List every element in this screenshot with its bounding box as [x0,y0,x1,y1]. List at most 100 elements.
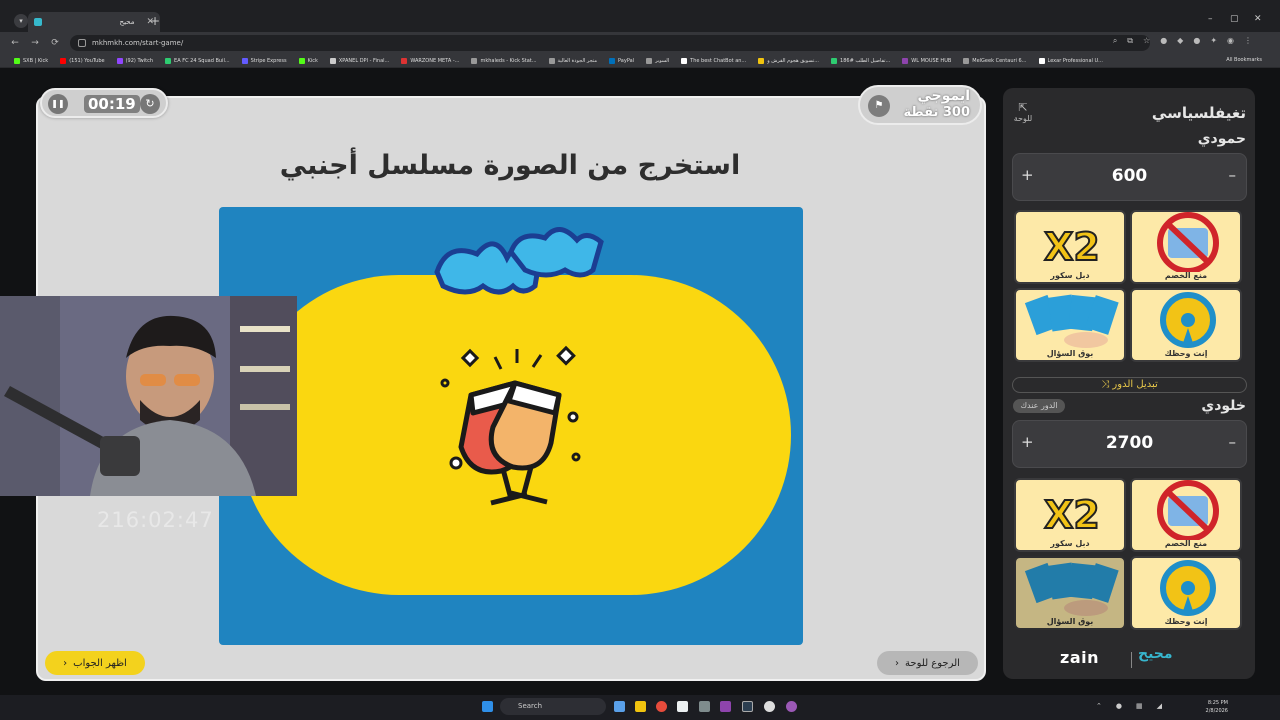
bookmark-item[interactable]: السوبر [646,57,669,64]
copilot-icon[interactable] [614,701,625,712]
install-icon[interactable]: ⧉ [1127,36,1133,46]
bookmark-label: متجر الجودة العالية [557,57,597,64]
bookmark-item[interactable]: The best ChatBot an... [681,57,747,64]
bookmark-item[interactable]: PayPal [609,57,634,64]
app-icon[interactable] [786,701,797,712]
maximize-icon[interactable]: ▢ [1230,14,1239,24]
aid-block-opponent[interactable]: منع الخصم [1130,478,1242,552]
bookmark-favicon-icon [963,57,970,64]
aid-label: بوق السؤال [1046,617,1094,626]
file-explorer-icon[interactable] [635,701,646,712]
menu-kebab-icon[interactable]: ⋮ [1244,36,1252,46]
browser-tab[interactable]: محيح ✕ [28,12,160,32]
wheel-icon [1160,560,1216,616]
taskbar-search-label: Search [518,702,543,710]
bookmark-item[interactable]: (92) Twitch [116,57,153,64]
bookmark-item[interactable]: WARZONE META -... [401,57,460,64]
steam-icon[interactable] [742,701,753,712]
bookmark-item[interactable]: mkhaleds - Kick Stat... [471,57,537,64]
extension-icon[interactable]: ● [1160,36,1167,46]
system-tray: ⌃ ● ▦ ◢ [1096,702,1162,710]
turn-badge: الدور عندك [1013,399,1065,413]
windows-start-icon[interactable] [482,701,493,712]
question-timer: ❚❚ 00:19 ↻ [40,88,168,118]
show-answer-button[interactable]: اظهر الجواب ‹ [45,651,145,675]
minus-icon[interactable]: – [1229,166,1237,184]
bookmark-item[interactable]: EA FC 24 Squad Buil... [165,57,230,64]
bookmark-item[interactable]: تفاصيل الطلب #186... [831,57,890,64]
bookmark-item[interactable]: تسويق هجوم القرش و... [758,57,820,64]
svg-text:X2: X2 [1044,493,1100,537]
aid-steal-question[interactable]: بوق السؤال [1014,288,1126,362]
switch-turn-button[interactable]: تبديل الدور ⤨ [1012,377,1247,393]
site-info-icon[interactable] [78,39,86,47]
bookmark-label: تسويق هجوم القرش و... [767,57,820,64]
microphone-icon[interactable]: ● [1116,702,1122,710]
aid-label: منع الخصم [1164,271,1208,280]
reset-icon[interactable]: ↻ [140,94,160,114]
extension-icon[interactable]: ◆ [1177,36,1183,46]
bookmark-item[interactable]: Stripe Express [241,57,287,64]
bookmark-item[interactable]: (151) YouTube [60,57,105,64]
address-bar[interactable]: mkhmkh.com/start-game/ [70,35,1150,51]
reload-icon[interactable]: ⟳ [50,38,60,48]
forward-icon[interactable]: → [30,38,40,48]
bookmark-item[interactable]: XPANEL DPI - Final... [329,57,389,64]
extension-icon[interactable]: ● [1193,36,1200,46]
minus-icon[interactable]: – [1229,433,1237,451]
chevron-up-icon[interactable]: ⌃ [1096,702,1102,710]
aid-block-opponent[interactable]: منع الخصم [1130,210,1242,284]
bookmark-star-icon[interactable]: ☆ [1143,36,1150,46]
bookmark-label: SXB | Kick [23,57,49,64]
bookmark-label: WARZONE META -... [410,57,460,64]
swap-icon: ⤨ [1101,379,1110,390]
bookmark-label: EA FC 24 Squad Buil... [174,57,230,64]
bookmark-favicon-icon [241,57,248,64]
bookmark-item[interactable]: Kick [298,57,318,64]
obs-icon[interactable] [764,701,775,712]
flag-icon[interactable]: ⚑ [868,95,890,117]
extensions-puzzle-icon[interactable]: ✦ [1210,36,1217,46]
taskbar-search[interactable]: Search [500,698,606,715]
window-close-icon[interactable]: ✕ [1254,14,1262,24]
x2-icon: X2 [1043,492,1101,538]
team-score: + 600 – [1012,153,1247,201]
bookmark-label: The best ChatBot an... [690,57,747,64]
app-icon[interactable] [720,701,731,712]
minimize-icon[interactable]: – [1208,14,1213,24]
bookmark-favicon-icon [831,57,838,64]
bookmark-item[interactable]: متجر الجودة العالية [548,57,597,64]
new-tab-button[interactable]: + [150,14,160,28]
bookmark-label: Kick [307,57,318,64]
bookmark-item[interactable]: WL MOUSE HUB [902,57,951,64]
pause-icon[interactable]: ❚❚ [48,94,68,114]
bookmark-favicon-icon [646,57,653,64]
zoom-icon[interactable]: ⌕ [1113,36,1117,46]
back-to-board-button[interactable]: الرجوع للوحة ‹ [877,651,978,675]
tab-search-button[interactable]: ▾ [14,14,28,28]
board-home-button[interactable]: ⇱ للوحة [1011,101,1035,123]
app-icon[interactable] [677,701,688,712]
score-value: 600 [1111,166,1148,186]
chrome-icon[interactable] [656,701,667,712]
bookmark-item[interactable]: SXB | Kick [14,57,49,64]
taskbar-clock[interactable]: 8:25 PM 2/8/2026 [1206,699,1228,715]
aid-luck-wheel[interactable]: إنت وحظك [1130,288,1242,362]
profile-icon[interactable]: ◉ [1227,36,1234,46]
aid-double-score[interactable]: X2 دبل سكور [1014,210,1126,284]
back-icon[interactable]: ← [10,38,20,48]
aid-label: دبل سكور [1050,271,1090,280]
all-bookmarks[interactable]: All Bookmarks [1226,57,1262,63]
bookmark-favicon-icon [60,57,67,64]
volume-icon[interactable]: ◢ [1157,702,1162,710]
team-score: + 2700 – [1012,420,1247,468]
score-value: 2700 [1105,433,1154,453]
settings-icon[interactable] [699,701,710,712]
bookmark-item[interactable]: Lexar Professional U... [1038,57,1103,64]
bookmark-item[interactable]: MelGeek Centauri 6... [963,57,1027,64]
aid-steal-question[interactable]: بوق السؤال [1014,556,1126,630]
aid-double-score[interactable]: X2 دبل سكور [1014,478,1126,552]
aid-luck-wheel[interactable]: إنت وحظك [1130,556,1242,630]
network-icon[interactable]: ▦ [1136,702,1143,710]
bookmark-label: (151) YouTube [69,57,105,64]
